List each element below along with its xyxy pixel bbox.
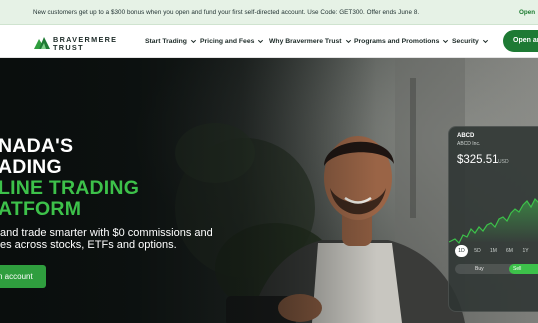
nav-programs-promotions[interactable]: Programs and Promotions <box>354 38 449 45</box>
promo-text: New customers get up to a $300 bonus whe… <box>33 9 420 16</box>
nav-pricing-label: Pricing and Fees <box>200 38 255 45</box>
hero-headline-line4: ATFORM <box>0 198 82 220</box>
chevron-down-icon <box>345 39 351 44</box>
buy-sell-toggle: Buy Sell <box>455 264 538 274</box>
open-account-button[interactable]: Open an <box>503 30 538 52</box>
nav-security[interactable]: Security <box>452 38 489 45</box>
range-1y[interactable]: 1Y <box>519 245 532 257</box>
stock-currency: USD <box>498 159 509 165</box>
chevron-down-icon <box>443 39 449 44</box>
buy-button[interactable]: Buy <box>475 266 484 272</box>
hero-section: NADA'S ADING LINE TRADING ATFORM and tra… <box>0 58 538 323</box>
nav-start-trading[interactable]: Start Trading <box>145 38 197 45</box>
range-1d[interactable]: 1D <box>455 245 468 257</box>
stock-price: $325.51 <box>457 154 499 166</box>
range-selector: 1D 5D 1M 6M 1Y M <box>455 245 538 257</box>
promo-banner: New customers get up to a $300 bonus whe… <box>0 0 538 25</box>
hero-headline-line2: ADING <box>0 156 62 178</box>
hero-open-account-button[interactable]: n account <box>0 265 46 288</box>
hero-headline-line1: NADA'S <box>0 135 74 157</box>
nav-why-bravermere[interactable]: Why Bravermere Trust <box>269 38 352 45</box>
nav-programs-label: Programs and Promotions <box>354 38 440 45</box>
nav-pricing-and-fees[interactable]: Pricing and Fees <box>200 38 264 45</box>
promo-open-link[interactable]: Open <box>519 9 535 16</box>
hero-headline-line3: LINE TRADING <box>0 177 140 199</box>
range-5d[interactable]: 5D <box>471 245 484 257</box>
chevron-down-icon <box>482 39 488 44</box>
chevron-down-icon <box>190 39 196 44</box>
top-navigation: BRAVERMERE TRUST Start Trading Pricing a… <box>0 25 538 58</box>
logo-text-line2: TRUST <box>53 43 84 52</box>
nav-security-label: Security <box>452 38 479 45</box>
stock-company: ABCD Inc. <box>457 141 481 147</box>
nav-why-label: Why Bravermere Trust <box>269 38 342 45</box>
stock-quote-card: ABCD ABCD Inc. $325.51 USD 1D 5D 1M 6M 1… <box>448 126 538 312</box>
hero-subtext-line2: es across stocks, ETFs and options. <box>0 239 177 251</box>
brand-logo[interactable]: BRAVERMERE TRUST <box>34 33 124 52</box>
logo-mark-icon <box>34 37 50 49</box>
stock-ticker: ABCD <box>457 133 475 139</box>
range-6m[interactable]: 6M <box>503 245 516 257</box>
nav-start-trading-label: Start Trading <box>145 38 187 45</box>
range-1m[interactable]: 1M <box>487 245 500 257</box>
sell-button[interactable]: Sell <box>509 264 538 274</box>
chevron-down-icon <box>258 39 264 44</box>
